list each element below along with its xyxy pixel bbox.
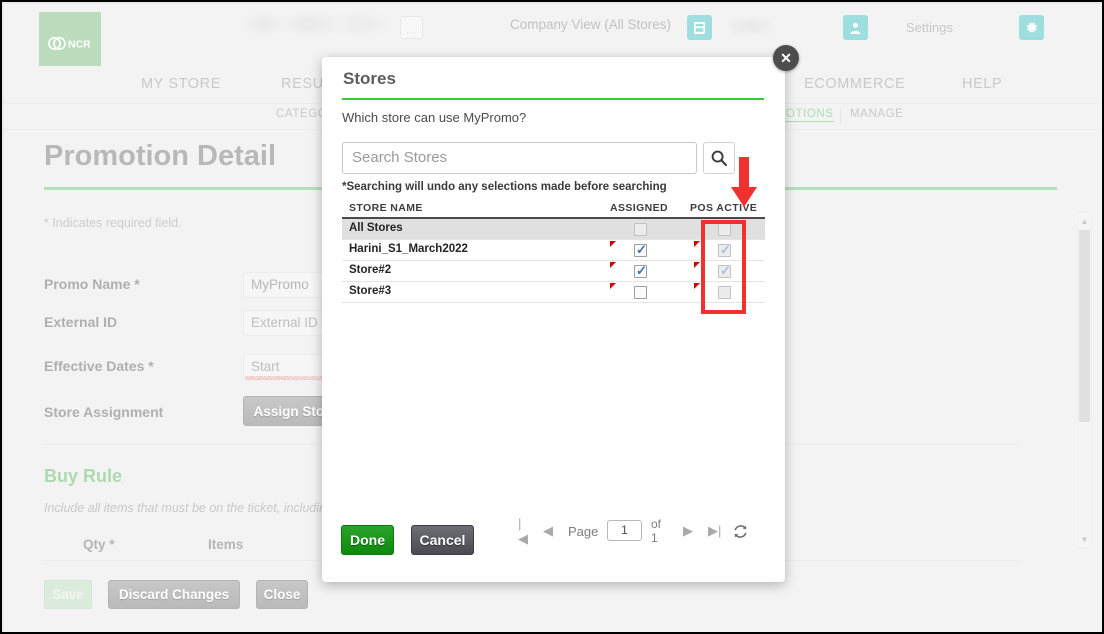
buy-rule-title: Buy Rule bbox=[44, 466, 123, 486]
table-row[interactable]: Store#2 ✓ ✓ bbox=[342, 261, 765, 282]
assigned-checkbox[interactable] bbox=[634, 223, 647, 236]
save-button[interactable]: Save bbox=[44, 580, 92, 609]
check-icon: ✓ bbox=[636, 242, 647, 257]
ncr-logo[interactable]: NCR bbox=[39, 12, 101, 74]
label-store-assignment: Store Assignment bbox=[44, 404, 164, 420]
first-page-icon[interactable]: |◀ bbox=[518, 516, 528, 546]
subnav-divider bbox=[840, 109, 841, 124]
settings-label: Settings bbox=[906, 20, 953, 35]
stores-modal: Stores Which store can use MyPromo? Sear… bbox=[322, 57, 785, 582]
pos-active-checkbox: ✓ bbox=[718, 242, 731, 257]
done-button[interactable]: Done bbox=[341, 525, 394, 555]
table-row[interactable]: Store#3 bbox=[342, 282, 765, 303]
cancel-button[interactable]: Cancel bbox=[411, 525, 474, 555]
check-icon: ✓ bbox=[720, 263, 731, 278]
page-number-input[interactable]: 1 bbox=[607, 520, 642, 541]
table-row[interactable]: All Stores bbox=[342, 219, 765, 240]
search-input[interactable]: Search Stores bbox=[342, 142, 697, 174]
screenshot-root: NCR ... Company View (All Stores) Settin… bbox=[0, 0, 1104, 634]
search-warning-note: *Searching will undo any selections made… bbox=[342, 181, 667, 193]
pos-active-checkbox bbox=[718, 223, 731, 236]
assigned-checkbox[interactable]: ✓ bbox=[634, 242, 647, 257]
dirty-marker-icon bbox=[694, 262, 700, 268]
store-name-cell: Harini_S1_March2022 bbox=[349, 243, 468, 255]
annotation-arrow-icon bbox=[729, 157, 759, 214]
nav-item-ecommerce[interactable]: ECOMMERCE bbox=[804, 76, 905, 92]
more-options-button[interactable]: ... bbox=[400, 16, 423, 39]
assigned-checkbox[interactable]: ✓ bbox=[634, 263, 647, 278]
refresh-icon[interactable] bbox=[732, 521, 749, 541]
dirty-marker-icon bbox=[610, 241, 616, 247]
redacted-store-name bbox=[247, 16, 395, 32]
pos-active-checkbox bbox=[718, 286, 731, 299]
pos-active-checkbox: ✓ bbox=[718, 263, 731, 278]
stores-table: STORE NAME ASSIGNED POS ACTIVE All Store… bbox=[342, 200, 765, 303]
col-header-qty: Qty * bbox=[83, 537, 115, 552]
col-header-items: Items bbox=[208, 537, 244, 552]
dirty-marker-icon bbox=[610, 283, 616, 289]
close-button[interactable]: Close bbox=[256, 580, 308, 609]
prev-page-icon[interactable]: ◀ bbox=[543, 521, 553, 541]
store-name-cell: Store#3 bbox=[349, 285, 392, 297]
discard-changes-button[interactable]: Discard Changes bbox=[108, 580, 240, 609]
assigned-checkbox[interactable] bbox=[634, 286, 647, 299]
last-page-icon[interactable]: ▶| bbox=[708, 521, 721, 541]
redacted-user-name bbox=[730, 19, 774, 33]
label-promo-name: Promo Name * bbox=[44, 276, 140, 292]
modal-question: Which store can use MyPromo? bbox=[342, 110, 527, 125]
subnav-item-manage[interactable]: MANAGE bbox=[850, 108, 903, 120]
dirty-marker-icon bbox=[694, 241, 700, 247]
scroll-up-icon[interactable]: ▲ bbox=[1078, 214, 1091, 228]
buy-rule-subtitle: Include all items that must be on the ti… bbox=[44, 501, 344, 515]
store-icon[interactable] bbox=[687, 15, 712, 40]
company-view-label: Company View (All Stores) bbox=[510, 17, 672, 32]
label-external-id: External ID bbox=[44, 314, 118, 330]
gear-icon[interactable] bbox=[1019, 15, 1044, 40]
col-header-store-name: STORE NAME bbox=[349, 202, 423, 214]
user-icon[interactable] bbox=[843, 15, 868, 40]
scrollbar-thumb[interactable] bbox=[1079, 230, 1090, 422]
next-page-icon[interactable]: ▶ bbox=[683, 521, 693, 541]
dirty-marker-icon bbox=[694, 283, 700, 289]
label-effective-dates: Effective Dates * bbox=[44, 358, 154, 374]
table-header-row: STORE NAME ASSIGNED POS ACTIVE bbox=[342, 200, 765, 219]
check-icon: ✓ bbox=[720, 242, 731, 257]
table-row[interactable]: Harini_S1_March2022 ✓ ✓ bbox=[342, 240, 765, 261]
check-icon: ✓ bbox=[636, 263, 647, 278]
nav-item-help[interactable]: HELP bbox=[962, 76, 1002, 92]
scroll-down-icon[interactable]: ▼ bbox=[1078, 532, 1091, 546]
col-header-assigned: ASSIGNED bbox=[610, 202, 669, 214]
page-scrollbar[interactable]: ▲ ▼ bbox=[1077, 212, 1092, 548]
page-title: Promotion Detail bbox=[44, 140, 277, 172]
required-field-note: * Indicates required field. bbox=[44, 216, 182, 230]
close-icon[interactable]: ✕ bbox=[773, 45, 799, 71]
dirty-marker-icon bbox=[610, 262, 616, 268]
page-label: Page bbox=[568, 523, 599, 539]
store-name-cell: Store#2 bbox=[349, 264, 392, 276]
modal-title: Stores bbox=[343, 69, 396, 88]
svg-text:NCR: NCR bbox=[68, 38, 91, 50]
store-name-cell: All Stores bbox=[349, 222, 403, 234]
page-total-label: of 1 bbox=[651, 517, 662, 545]
nav-item-my-store[interactable]: MY STORE bbox=[141, 76, 221, 92]
modal-title-underline bbox=[342, 98, 764, 100]
